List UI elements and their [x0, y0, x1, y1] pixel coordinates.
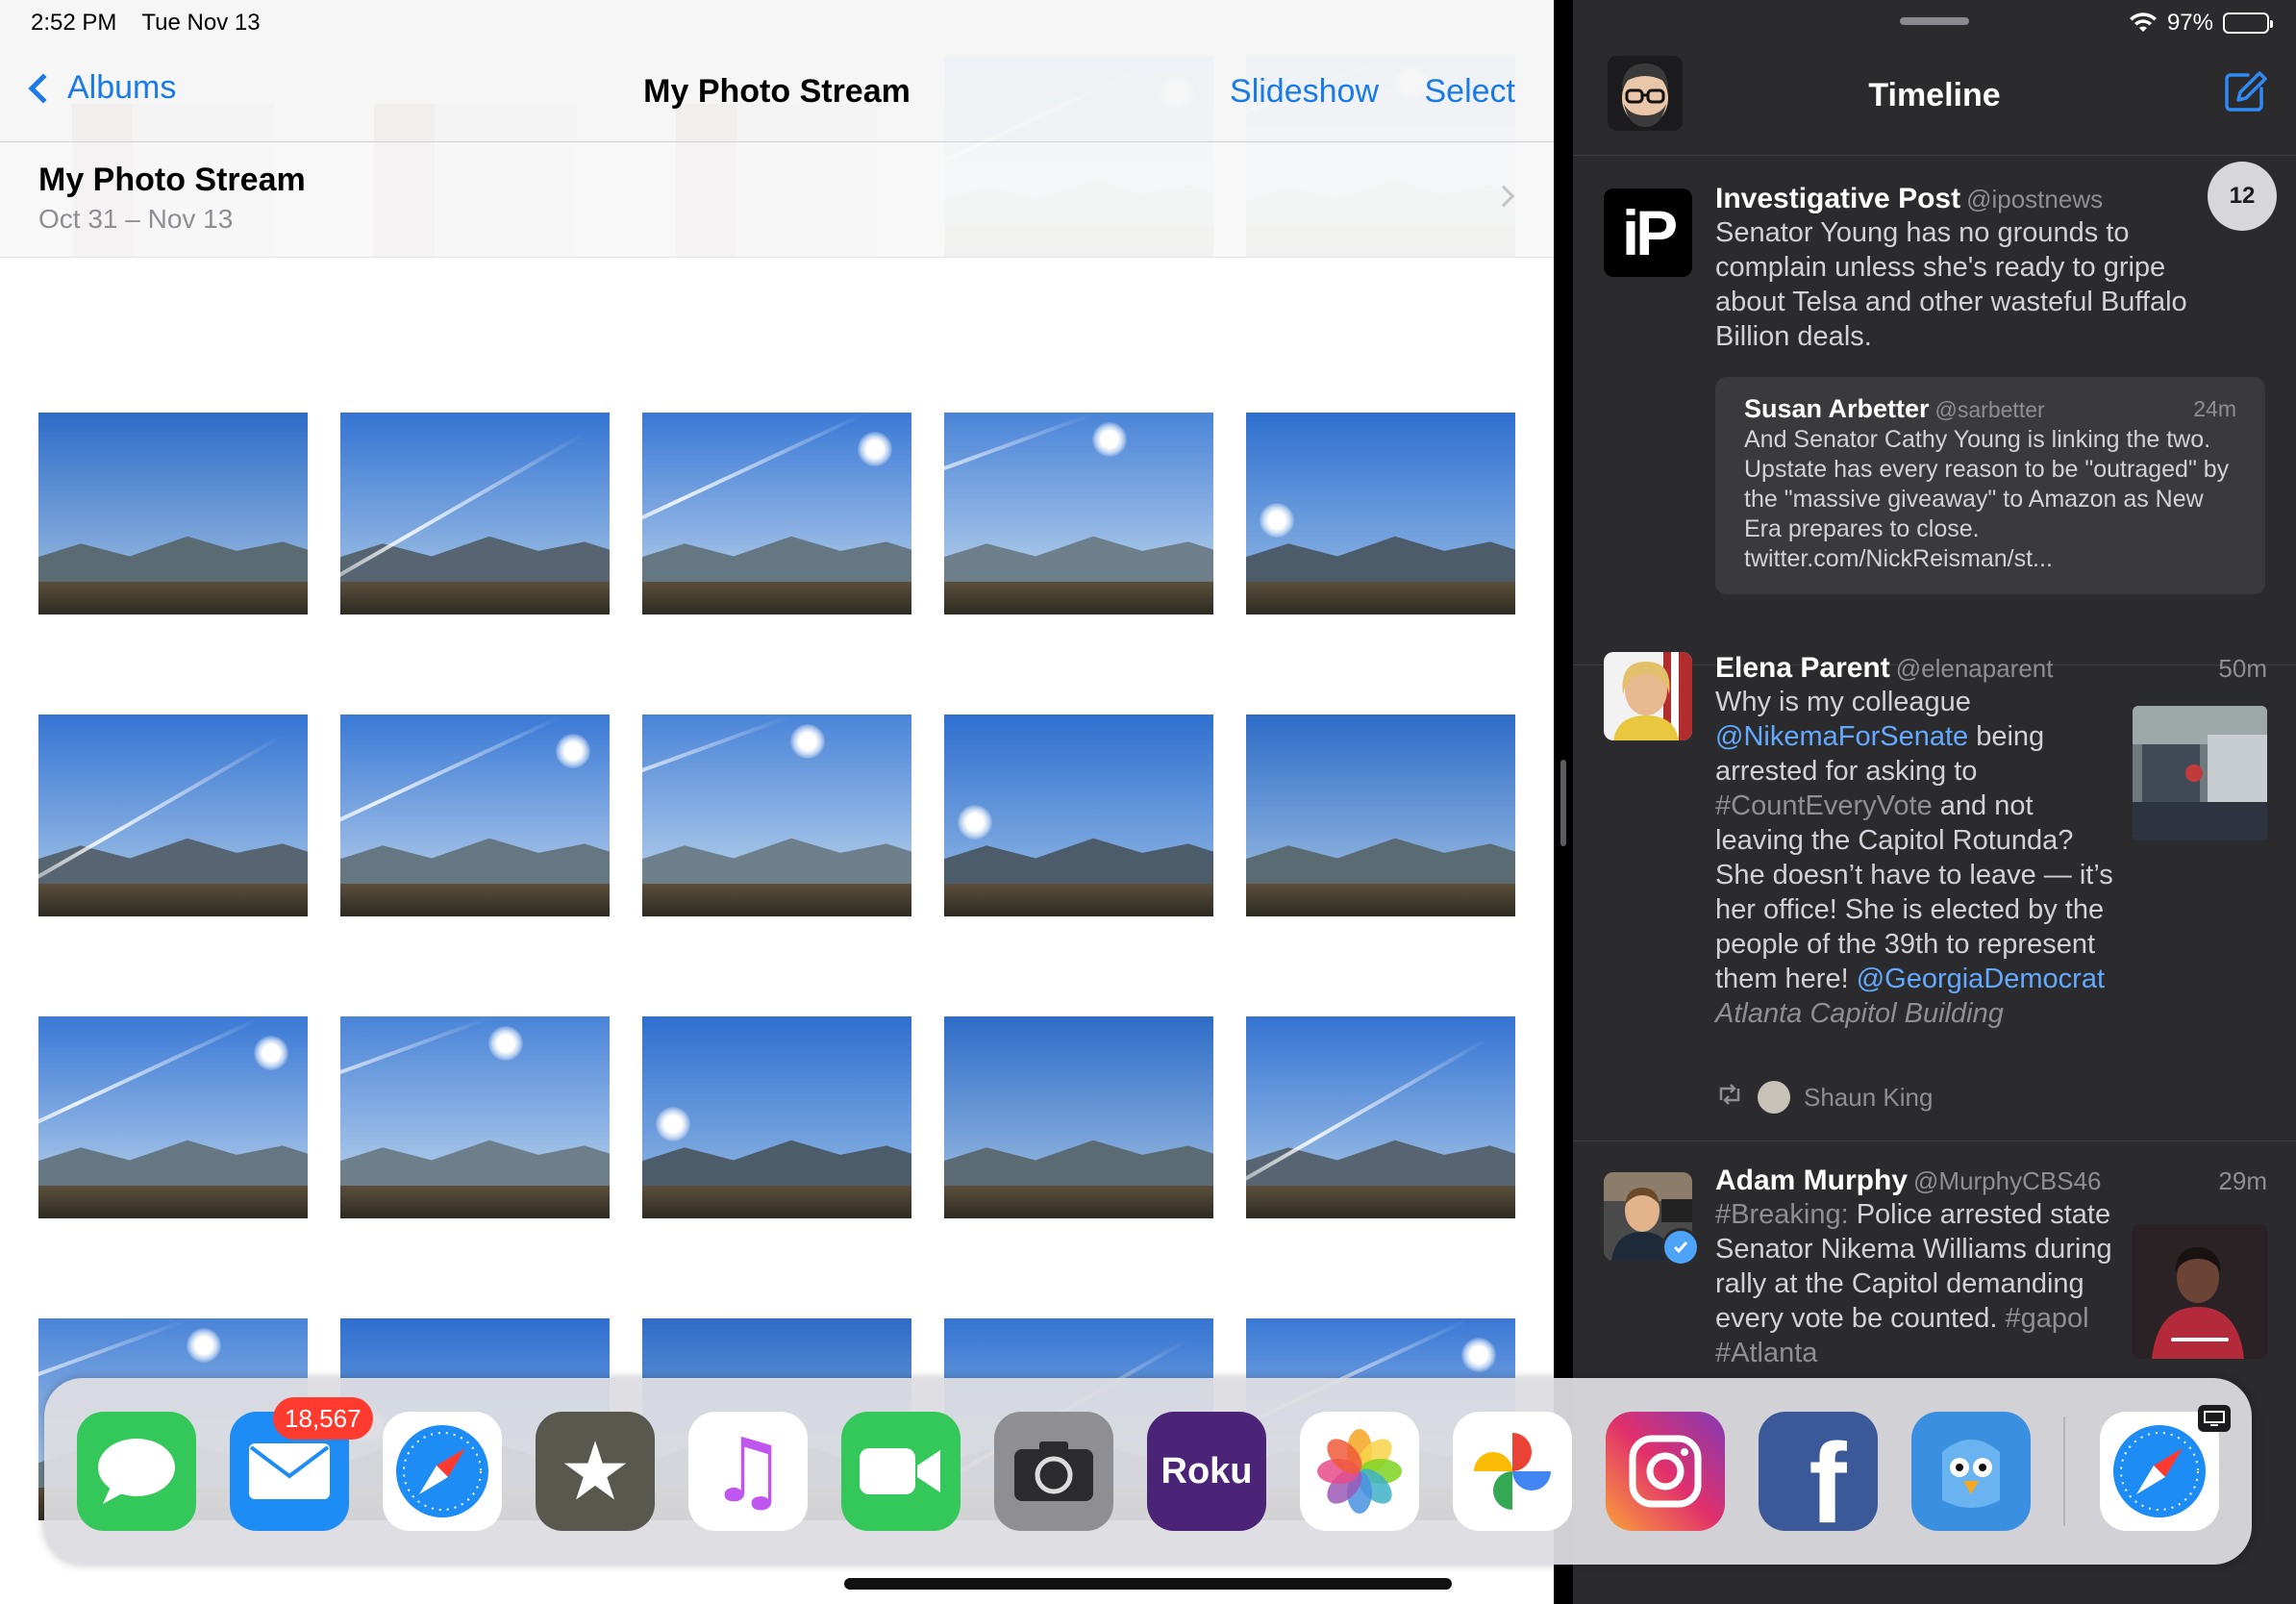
mention-link[interactable]: @NikemaForSenate: [1715, 721, 1968, 752]
photos-app: 2:52 PM Tue Nov 13 Albums My Photo Strea…: [0, 0, 1554, 1604]
photo-thumbnail[interactable]: [38, 1016, 308, 1218]
hashtag-link[interactable]: #CountEveryVote: [1715, 790, 1933, 821]
photo-thumbnail[interactable]: [1246, 413, 1515, 614]
split-view-divider[interactable]: [1554, 0, 1573, 1604]
mail-unread-badge: 18,567: [273, 1397, 373, 1440]
photo-thumbnail[interactable]: [38, 714, 308, 916]
split-view-handle[interactable]: [1560, 760, 1566, 846]
timeline-title: Timeline: [1868, 77, 2001, 113]
photo-thumbnail[interactable]: [1246, 1016, 1515, 1218]
dock-separator: [2063, 1416, 2065, 1526]
hashtag-link[interactable]: #Breaking:: [1715, 1199, 1849, 1230]
verified-badge-icon: [1661, 1228, 1700, 1266]
status-date: Tue Nov 13: [141, 10, 261, 36]
status-time: 2:52 PM: [31, 10, 117, 36]
chevron-right-icon: [1492, 185, 1515, 208]
photo-thumbnail[interactable]: [944, 1016, 1213, 1218]
reeder-app-icon[interactable]: ★: [536, 1412, 655, 1531]
google-photos-app-icon[interactable]: [1453, 1412, 1572, 1531]
author-handle: @elenaparent: [1895, 654, 2054, 683]
quoted-tweet-text: And Senator Cathy Young is linking the t…: [1744, 426, 2230, 572]
tweet-time: 29m: [2218, 1166, 2267, 1195]
tweet-avatar[interactable]: [1604, 652, 1692, 740]
author-name: Investigative Post: [1715, 183, 1961, 214]
tweet-author[interactable]: Elena Parent @elenaparent: [1715, 652, 2053, 685]
facebook-app-icon[interactable]: f: [1759, 1412, 1878, 1531]
photo-stream-section-header[interactable]: My Photo Stream Oct 31 – Nov 13: [0, 142, 1554, 258]
photo-thumbnail[interactable]: [642, 1016, 911, 1218]
facetime-app-icon[interactable]: [841, 1412, 961, 1531]
photos-app-icon[interactable]: [1300, 1412, 1419, 1531]
tweet-avatar[interactable]: [1604, 1172, 1700, 1266]
author-name: Elena Parent: [1715, 652, 1890, 684]
author-name: Adam Murphy: [1715, 1165, 1909, 1196]
retweeter-name: Shaun King: [1804, 1082, 1934, 1112]
dock: ★ ♫ Roku f 18,567: [44, 1378, 2252, 1565]
wifi-icon: [2129, 13, 2158, 34]
tweet-avatar[interactable]: iP: [1604, 188, 1692, 277]
quoted-tweet-card[interactable]: Susan Arbetter @sarbetter 24m And Senator…: [1715, 377, 2265, 594]
photo-thumbnail[interactable]: [642, 714, 911, 916]
safari-app-icon[interactable]: [383, 1412, 502, 1531]
photo-thumbnail[interactable]: [642, 413, 911, 614]
avatar-logo-text: iP: [1621, 197, 1678, 268]
tweet-text-part: Why is my colleague: [1715, 687, 1971, 717]
multitasking-grabber[interactable]: [1900, 17, 1969, 25]
author-handle: @ipostnews: [1966, 185, 2104, 213]
photo-thumbnail[interactable]: [38, 413, 308, 614]
tweetbot-app-icon[interactable]: [1911, 1412, 2031, 1531]
messages-app-icon[interactable]: [77, 1412, 196, 1531]
roku-app-icon[interactable]: Roku: [1147, 1412, 1266, 1531]
retweet-icon: [1715, 1083, 1744, 1113]
quoted-tweet-time: 24m: [2193, 396, 2236, 421]
camera-app-icon[interactable]: [994, 1412, 1113, 1531]
photo-thumbnail[interactable]: [1246, 714, 1515, 916]
quoted-author-name: Susan Arbetter: [1744, 394, 1930, 423]
photo-thumbnail[interactable]: [340, 413, 610, 614]
tweet-location[interactable]: Atlanta Capitol Building: [1715, 998, 2004, 1029]
quoted-author-handle: @sarbetter: [1934, 397, 2045, 422]
compose-icon[interactable]: [2223, 69, 2267, 113]
tweet-media-thumbnail[interactable]: [2133, 1224, 2267, 1359]
photos-navigation-bar: 2:52 PM Tue Nov 13 Albums My Photo Strea…: [0, 0, 1554, 142]
status-bar-right: 97%: [2129, 10, 2273, 37]
tweet-author[interactable]: Adam Murphy @MurphyCBS46: [1715, 1165, 2102, 1197]
author-handle: @MurphyCBS46: [1913, 1166, 2102, 1195]
photo-thumbnail[interactable]: [340, 714, 610, 916]
section-title: My Photo Stream: [38, 162, 306, 198]
mention-link[interactable]: @GeorgiaDemocrat: [1857, 964, 2105, 994]
music-app-icon[interactable]: ♫: [688, 1412, 808, 1531]
section-date-range: Oct 31 – Nov 13: [38, 204, 234, 234]
battery-icon: [2223, 13, 2273, 34]
retweeter-avatar: [1758, 1081, 1790, 1114]
handoff-display-icon: [2198, 1405, 2231, 1432]
status-bar-left: 2:52 PM Tue Nov 13: [31, 10, 261, 38]
instagram-app-icon[interactable]: [1606, 1412, 1725, 1531]
tweet-text: #Breaking: Police arrested state Senator…: [1715, 1197, 2119, 1370]
photo-thumbnail[interactable]: [340, 1016, 610, 1218]
battery-percent: 97%: [2166, 10, 2213, 36]
select-button[interactable]: Select: [1425, 73, 1516, 111]
tweet-media-thumbnail[interactable]: [2133, 706, 2267, 840]
tweet-text: Why is my colleague @NikemaForSenate bei…: [1715, 685, 2119, 1031]
tweet-time: 50m: [2218, 654, 2267, 683]
timeline-header: 97% Timeline: [1573, 0, 2296, 156]
photo-thumbnail[interactable]: [944, 714, 1213, 916]
tweet-text: Senator Young has no grounds to complain…: [1715, 217, 2187, 352]
slideshow-button[interactable]: Slideshow: [1230, 73, 1379, 111]
tweet-elena-parent[interactable]: Elena Parent @elenaparent 50m Why is my c…: [1573, 639, 2296, 1140]
tweet-author[interactable]: Investigative Post @ipostnews: [1715, 183, 2103, 215]
retweeted-by-row[interactable]: Shaun King: [1715, 1081, 1933, 1114]
home-indicator[interactable]: [844, 1578, 1452, 1590]
photo-thumbnail[interactable]: [944, 413, 1213, 614]
quoted-author: Susan Arbetter @sarbetter: [1744, 394, 2045, 424]
tweetbot-app: 97% Timeline 12 iP Investigative Post @i…: [1573, 0, 2296, 1604]
